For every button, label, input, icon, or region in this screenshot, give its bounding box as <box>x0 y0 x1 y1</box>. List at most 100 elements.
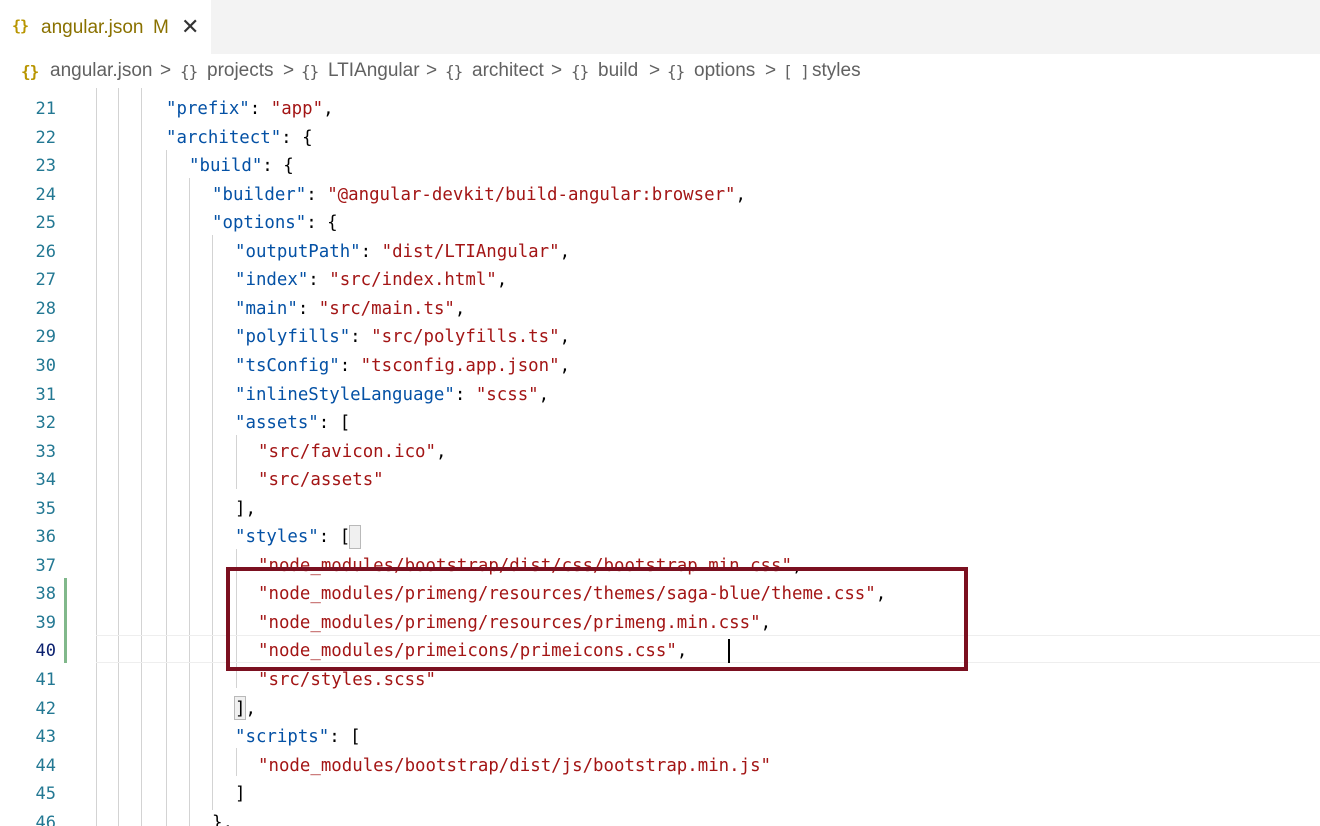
json-punctuation: , <box>538 384 550 405</box>
code-line[interactable]: 25 "options": { <box>0 209 1320 237</box>
breadcrumb-separator: > <box>160 60 172 81</box>
line-number: 39 <box>35 612 56 633</box>
code-line[interactable]: 42], <box>0 695 1320 723</box>
code-line[interactable]: 24 "builder": "@angular-devkit/build-angu… <box>0 181 1320 209</box>
code-text: "src/favicon.ico", <box>258 438 446 466</box>
line-number: 25 <box>35 213 56 234</box>
json-punctuation: : <box>306 184 328 205</box>
json-key: "outputPath" <box>235 241 361 262</box>
code-line[interactable]: 35], <box>0 495 1320 523</box>
json-punctuation: , <box>436 441 447 462</box>
object-braces-icon: {} <box>571 62 589 81</box>
breadcrumb-separator: > <box>765 60 777 81</box>
json-punctuation: : { <box>262 156 294 177</box>
json-string: "tsconfig.app.json" <box>360 355 560 376</box>
code-text: "builder": "@angular-devkit/build-angula… <box>212 181 746 209</box>
line-number: 33 <box>35 441 56 462</box>
modified-indicator: M <box>153 17 169 38</box>
breadcrumb-item-architect[interactable]: architect <box>472 60 544 82</box>
json-punctuation: : [ <box>329 727 361 748</box>
code-text: "outputPath": "dist/LTIAngular", <box>235 238 570 266</box>
json-punctuation: : <box>249 99 271 119</box>
breadcrumb-item-options[interactable]: options <box>694 60 755 82</box>
code-line[interactable]: 22 "architect": { <box>0 124 1320 152</box>
json-key: "builder" <box>212 184 307 205</box>
breadcrumb-item-projects[interactable]: projects <box>207 60 274 82</box>
line-number: 44 <box>35 755 56 776</box>
breadcrumb-item-styles[interactable]: styles <box>812 60 861 82</box>
json-punctuation: , <box>559 327 571 348</box>
line-number: 23 <box>35 156 56 177</box>
breadcrumb-item-build[interactable]: build <box>598 60 638 82</box>
json-punctuation: ] <box>235 784 246 805</box>
code-line[interactable]: 44 "node_modules/bootstrap/dist/js/bootst… <box>0 752 1320 780</box>
code-line[interactable]: 32 "assets": [ <box>0 409 1320 437</box>
line-number: 45 <box>35 784 56 805</box>
code-text: "scripts": [ <box>235 723 361 751</box>
line-number: 37 <box>35 555 56 576</box>
json-punctuation: , <box>496 270 508 291</box>
code-line[interactable]: 46}, <box>0 809 1320 826</box>
json-string: "src/favicon.ico" <box>258 441 436 462</box>
json-key: "scripts" <box>235 727 330 748</box>
json-punctuation: : <box>297 298 319 319</box>
code-line[interactable]: 33 "src/favicon.ico", <box>0 438 1320 466</box>
json-key: "options" <box>212 213 307 234</box>
json-string: "src/polyfills.ts" <box>371 327 560 348</box>
json-string: "src/assets" <box>258 470 384 491</box>
json-string: "src/index.html" <box>329 270 497 291</box>
breadcrumb: {} angular.json > {} projects > {} LTIAn… <box>0 54 1320 88</box>
json-punctuation: : { <box>281 127 313 148</box>
code-text: "inlineStyleLanguage": "scss", <box>235 381 549 409</box>
code-text: "index": "src/index.html", <box>235 266 507 294</box>
line-number: 42 <box>35 698 56 719</box>
tab-angular-json[interactable]: {} angular.json M ✕ <box>0 0 211 54</box>
code-text: "prefix": "app", <box>166 95 334 123</box>
json-key: "assets" <box>235 413 319 434</box>
line-number: 38 <box>35 584 56 605</box>
code-text: "main": "src/main.ts", <box>235 295 465 323</box>
object-braces-icon: {} <box>180 62 198 81</box>
code-line[interactable]: 26 "outputPath": "dist/LTIAngular", <box>0 238 1320 266</box>
code-line[interactable]: 45] <box>0 780 1320 808</box>
code-line[interactable]: 21 "prefix": "app", <box>0 95 1320 123</box>
json-string: "src/main.ts" <box>318 298 455 319</box>
line-number: 36 <box>35 527 56 548</box>
code-line[interactable]: 29 "polyfills": "src/polyfills.ts", <box>0 323 1320 351</box>
code-line[interactable]: 30 "tsConfig": "tsconfig.app.json", <box>0 352 1320 380</box>
json-punctuation: , <box>559 241 571 262</box>
code-line[interactable]: 27 "index": "src/index.html", <box>0 266 1320 294</box>
object-braces-icon: {} <box>667 62 685 81</box>
tab-filename: angular.json <box>41 17 144 38</box>
code-text: ], <box>235 695 256 723</box>
json-key: "index" <box>235 270 309 291</box>
json-punctuation: : <box>454 384 476 405</box>
breadcrumb-separator: > <box>426 60 438 81</box>
json-braces-icon: {} <box>21 62 39 81</box>
json-string: "node_modules/bootstrap/dist/js/bootstra… <box>258 755 772 776</box>
breadcrumb-item-ltiangular[interactable]: LTIAngular <box>328 60 420 82</box>
tab-bar: {} angular.json M ✕ <box>0 0 1320 54</box>
code-line[interactable]: 31 "inlineStyleLanguage": "scss", <box>0 381 1320 409</box>
line-number: 41 <box>35 670 56 690</box>
code-line[interactable]: 43 "scripts": [ <box>0 723 1320 751</box>
json-punctuation: : [ <box>318 413 351 434</box>
json-braces-icon: {} <box>12 17 29 35</box>
code-text: "polyfills": "src/polyfills.ts", <box>235 323 570 351</box>
close-tab-icon[interactable]: ✕ <box>181 14 199 40</box>
code-line[interactable]: 23 "build": { <box>0 152 1320 180</box>
breadcrumb-separator: > <box>283 60 295 81</box>
code-text: ], <box>235 495 256 523</box>
json-key: "main" <box>235 298 298 319</box>
json-punctuation: : <box>308 270 330 291</box>
line-number: 26 <box>35 241 56 262</box>
code-line[interactable]: 36 "styles": [ <box>0 523 1320 551</box>
code-text: "assets": [ <box>235 409 350 437</box>
code-line[interactable]: 28 "main": "src/main.ts", <box>0 295 1320 323</box>
code-line[interactable]: 34 "src/assets" <box>0 466 1320 494</box>
json-key: "polyfills" <box>235 327 351 348</box>
code-text: "architect": { <box>166 124 313 152</box>
code-editor[interactable]: 21 "prefix": "app", 22 "architect": {23 "bui… <box>0 88 1320 826</box>
json-punctuation: ], <box>235 698 256 719</box>
breadcrumb-item-angular-json[interactable]: angular.json <box>50 60 152 82</box>
